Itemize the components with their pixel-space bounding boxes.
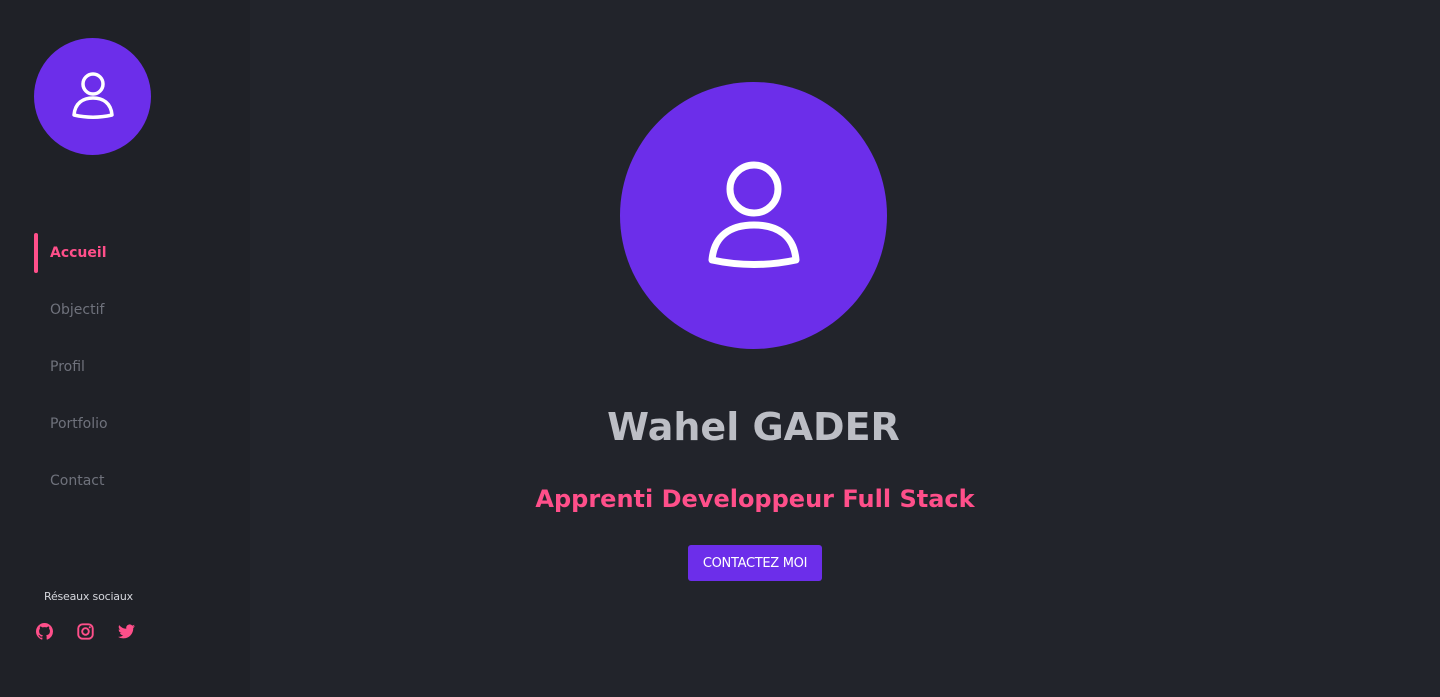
nav-item-label: Profil [50,359,85,375]
hero-avatar [620,82,887,349]
hero-role: Apprenti Developpeur Full Stack [535,485,975,513]
sidebar-avatar[interactable] [34,38,151,155]
nav-item-portfolio[interactable]: Portfolio [34,404,234,444]
instagram-icon[interactable] [76,622,94,640]
sidebar-nav: Accueil Objectif Profil Portfolio Contac… [34,233,234,518]
nav-item-profil[interactable]: Profil [34,347,234,387]
twitter-icon[interactable] [117,622,135,640]
social-links [35,622,135,640]
github-icon[interactable] [35,622,53,640]
sidebar: Accueil Objectif Profil Portfolio Contac… [0,0,250,697]
nav-item-label: Contact [50,473,105,489]
nav-item-label: Objectif [50,302,105,318]
nav-item-objectif[interactable]: Objectif [34,290,234,330]
contact-button[interactable]: CONTACTEZ MOI [688,545,822,581]
user-icon [71,70,115,124]
social-title: Réseaux sociaux [44,590,133,603]
hero-name: Wahel GADER [607,405,900,449]
nav-item-label: Accueil [50,245,107,261]
nav-item-contact[interactable]: Contact [34,461,234,501]
nav-item-accueil[interactable]: Accueil [34,233,234,273]
nav-item-label: Portfolio [50,416,108,432]
app: Accueil Objectif Profil Portfolio Contac… [0,0,1440,697]
user-icon [708,159,800,273]
main-content: Wahel GADER Apprenti Developpeur Full St… [250,0,1440,697]
